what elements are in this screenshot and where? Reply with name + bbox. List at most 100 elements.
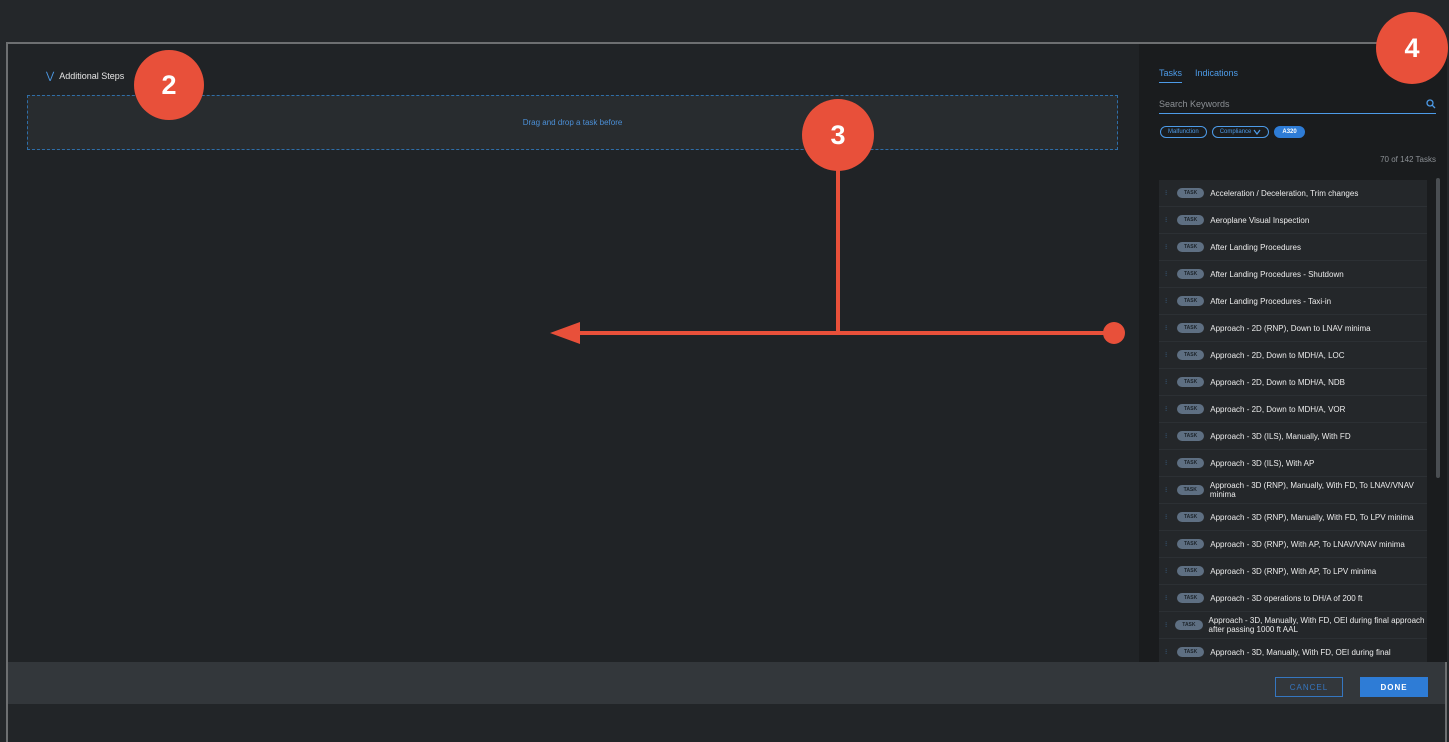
drag-handle-icon[interactable]: ⁝ xyxy=(1165,216,1171,224)
additional-steps-toggle[interactable]: ⋁ Additional Steps xyxy=(46,71,124,81)
task-title: Approach - 3D, Manually, With FD, OEI du… xyxy=(1210,647,1391,657)
search-input[interactable] xyxy=(1159,98,1426,109)
task-list-item[interactable]: ⁝ TASK Acceleration / Deceleration, Trim c… xyxy=(1159,180,1427,207)
task-title: Approach - 3D, Manually, With FD, OEI du… xyxy=(1208,616,1425,634)
tab-indications[interactable]: Indications xyxy=(1195,68,1238,83)
section-title: Additional Steps xyxy=(59,71,125,81)
task-title: Aeroplane Visual Inspection xyxy=(1210,215,1310,225)
drag-handle-icon[interactable]: ⁝ xyxy=(1165,540,1171,548)
task-title: Approach - 3D operations to DH/A of 200 … xyxy=(1210,593,1363,603)
search-bar xyxy=(1159,94,1436,114)
search-icon[interactable] xyxy=(1426,98,1436,109)
task-list-item[interactable]: ⁝ TASK Approach - 3D, Manually, With FD, O… xyxy=(1159,639,1427,662)
drag-handle-icon[interactable]: ⁝ xyxy=(1165,189,1171,197)
task-title: Approach - 3D (RNP), With AP, To LPV min… xyxy=(1210,566,1377,576)
drag-handle-icon[interactable]: ⁝ xyxy=(1165,621,1169,629)
task-title: Approach - 3D (RNP), With AP, To LNAV/VN… xyxy=(1210,539,1405,549)
task-list-item[interactable]: ⁝ TASK Approach - 2D (RNP), Down to LNAV m… xyxy=(1159,315,1427,342)
drag-handle-icon[interactable]: ⁝ xyxy=(1165,459,1171,467)
task-title: Approach - 2D, Down to MDH/A, VOR xyxy=(1210,404,1346,414)
task-list-item[interactable]: ⁝ TASK After Landing Procedures xyxy=(1159,234,1427,261)
task-list-item[interactable]: ⁝ TASK Approach - 2D, Down to MDH/A, VOR xyxy=(1159,396,1427,423)
task-badge: TASK xyxy=(1177,188,1205,198)
task-badge: TASK xyxy=(1177,539,1205,549)
drag-handle-icon[interactable]: ⁝ xyxy=(1165,324,1171,332)
filter-chip-malfunction[interactable]: Malfunction xyxy=(1160,126,1207,138)
dialog-frame: ⋁ Additional Steps Drag and drop a task … xyxy=(6,42,1447,742)
drag-handle-icon[interactable]: ⁝ xyxy=(1165,405,1171,413)
drag-handle-icon[interactable]: ⁝ xyxy=(1165,432,1171,440)
sidebar-tabs: Tasks Indications xyxy=(1159,68,1238,83)
task-list-scrollbar[interactable] xyxy=(1436,178,1440,478)
task-badge: TASK xyxy=(1177,296,1205,306)
filter-chip-a320[interactable]: A320 xyxy=(1274,126,1305,138)
drag-handle-icon[interactable]: ⁝ xyxy=(1165,513,1171,521)
drag-handle-icon[interactable]: ⁝ xyxy=(1165,567,1171,575)
task-list-item[interactable]: ⁝ TASK After Landing Procedures - Shutdown xyxy=(1159,261,1427,288)
drag-handle-icon[interactable]: ⁝ xyxy=(1165,243,1171,251)
filter-chip-label: Malfunction xyxy=(1168,129,1199,135)
annotation-marker-4: 4 xyxy=(1376,12,1448,84)
annotation-number: 4 xyxy=(1404,32,1420,63)
task-badge: TASK xyxy=(1177,647,1205,657)
task-title: After Landing Procedures xyxy=(1210,242,1301,252)
task-list-item[interactable]: ⁝ TASK Approach - 2D, Down to MDH/A, NDB xyxy=(1159,369,1427,396)
chevron-down-icon: ⋁ xyxy=(46,70,55,82)
task-list[interactable]: ⁝ TASK Acceleration / Deceleration, Trim c… xyxy=(1159,180,1427,662)
drag-handle-icon[interactable]: ⁝ xyxy=(1165,351,1171,359)
task-badge: TASK xyxy=(1177,350,1205,360)
drag-handle-icon[interactable]: ⁝ xyxy=(1165,648,1171,656)
task-badge: TASK xyxy=(1177,377,1205,387)
task-title: Approach - 2D (RNP), Down to LNAV minima xyxy=(1210,323,1371,333)
drag-handle-icon[interactable]: ⁝ xyxy=(1165,378,1171,386)
task-list-item[interactable]: ⁝ TASK Approach - 3D (ILS), With AP xyxy=(1159,450,1427,477)
task-list-item[interactable]: ⁝ TASK Approach - 3D (RNP), Manually, With… xyxy=(1159,477,1427,504)
task-badge: TASK xyxy=(1177,566,1205,576)
tab-tasks[interactable]: Tasks xyxy=(1159,68,1183,83)
task-title: Approach - 2D, Down to MDH/A, LOC xyxy=(1210,350,1345,360)
task-title: After Landing Procedures - Taxi-in xyxy=(1210,296,1332,306)
dialog-footer: CANCEL DONE xyxy=(8,662,1445,704)
annotation-number: 3 xyxy=(830,119,846,150)
task-list-item[interactable]: ⁝ TASK Approach - 3D operations to DH/A of… xyxy=(1159,585,1427,612)
drag-handle-icon[interactable]: ⁝ xyxy=(1165,594,1171,602)
chevron-down-icon xyxy=(1253,129,1261,135)
task-list-item[interactable]: ⁝ TASK Approach - 3D, Manually, With FD, O… xyxy=(1159,612,1427,639)
task-sidebar: Tasks Indications Malfunction Compliance… xyxy=(1139,44,1447,662)
task-badge: TASK xyxy=(1177,242,1205,252)
drag-handle-icon[interactable]: ⁝ xyxy=(1165,270,1171,278)
main-panel: ⋁ Additional Steps Drag and drop a task … xyxy=(8,44,1139,662)
task-badge: TASK xyxy=(1175,620,1203,630)
task-list-item[interactable]: ⁝ TASK Approach - 2D, Down to MDH/A, LOC xyxy=(1159,342,1427,369)
filter-chips: Malfunction Compliance A320 xyxy=(1160,126,1305,138)
task-list-item[interactable]: ⁝ TASK Approach - 3D (ILS), Manually, With… xyxy=(1159,423,1427,450)
task-title: Approach - 3D (ILS), Manually, With FD xyxy=(1210,431,1351,441)
task-list-item[interactable]: ⁝ TASK Approach - 3D (RNP), With AP, To LP… xyxy=(1159,558,1427,585)
task-title: Approach - 2D, Down to MDH/A, NDB xyxy=(1210,377,1345,387)
done-button[interactable]: DONE xyxy=(1360,677,1428,697)
task-title: Approach - 3D (RNP), Manually, With FD, … xyxy=(1209,481,1414,499)
task-title: After Landing Procedures - Shutdown xyxy=(1210,269,1344,279)
filter-chip-compliance[interactable]: Compliance xyxy=(1211,126,1270,138)
annotation-number: 2 xyxy=(161,69,177,100)
drag-handle-icon[interactable]: ⁝ xyxy=(1165,297,1171,305)
task-count: 70 of 142 Tasks xyxy=(1380,155,1436,164)
drag-handle-icon[interactable]: ⁝ xyxy=(1165,486,1171,494)
task-badge: TASK xyxy=(1177,431,1205,441)
annotation-marker-3: 3 xyxy=(802,99,874,171)
task-list-item[interactable]: ⁝ TASK Aeroplane Visual Inspection xyxy=(1159,207,1427,234)
task-list-item[interactable]: ⁝ TASK Approach - 3D (RNP), Manually, With… xyxy=(1159,504,1427,531)
task-badge: TASK xyxy=(1177,404,1205,414)
cancel-button[interactable]: CANCEL xyxy=(1275,677,1343,697)
annotation-marker-2: 2 xyxy=(134,50,204,120)
task-list-item[interactable]: ⁝ TASK Approach - 3D (RNP), With AP, To LN… xyxy=(1159,531,1427,558)
task-list-item[interactable]: ⁝ TASK After Landing Procedures - Taxi-in xyxy=(1159,288,1427,315)
task-title: Approach - 3D (RNP), Manually, With FD, … xyxy=(1210,512,1414,522)
task-badge: TASK xyxy=(1177,458,1205,468)
filter-chip-label: Compliance xyxy=(1219,129,1252,135)
task-badge: TASK xyxy=(1177,269,1205,279)
task-badge: TASK xyxy=(1177,323,1205,333)
task-title: Approach - 3D (ILS), With AP xyxy=(1210,458,1315,468)
task-badge: TASK xyxy=(1176,485,1204,495)
task-badge: TASK xyxy=(1177,215,1205,225)
